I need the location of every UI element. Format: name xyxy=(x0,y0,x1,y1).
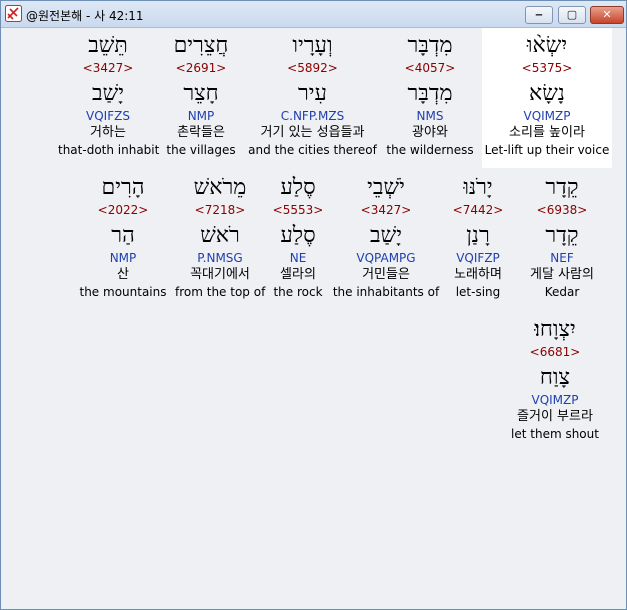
hebrew-lemma: סֶלַע xyxy=(280,223,316,248)
close-icon: ✕ xyxy=(602,8,612,21)
morphology-code: NEF xyxy=(550,251,574,265)
hebrew-lemma: צָוַח xyxy=(539,365,571,390)
morphology-code: VQIFZS xyxy=(86,109,130,123)
strong-number[interactable]: <3427> xyxy=(332,202,440,218)
minimize-icon: ‒ xyxy=(535,8,543,21)
hebrew-lemma: נָשָׂא xyxy=(529,81,565,106)
word-card[interactable]: יֹשְׁבֵי <3427> יָשַׁב VQPAMPG 거민들은 the … xyxy=(332,174,440,300)
word-card[interactable]: יִשְׂא֨וּ <5375> נָשָׂא VQIMZP 소리를 높이라 L… xyxy=(482,32,612,158)
hebrew-lemma: רֹאשׁ xyxy=(200,223,240,248)
english-gloss: that-doth inhabit xyxy=(58,143,160,157)
korean-gloss: 노래하며 xyxy=(454,267,502,282)
hebrew-inflected: מִדְבָּר xyxy=(407,33,453,58)
english-gloss: and the cities thereof xyxy=(248,143,377,157)
morphology-code: VQIMZP xyxy=(531,393,579,407)
korean-gloss: 게달 사람의 xyxy=(530,267,594,282)
hebrew-inflected: תֵּשֵׁב xyxy=(88,33,128,58)
strong-number[interactable]: <6681> xyxy=(500,344,610,360)
morphology-code: VQIMZP xyxy=(523,109,571,123)
word-card[interactable]: קֵדָר <6938> קֵדָר NEF 게달 사람의 Kedar xyxy=(517,174,607,300)
interlinear-panel: יִשְׂא֨וּ <5375> נָשָׂא VQIMZP 소리를 높이라 L… xyxy=(5,28,622,605)
english-gloss: from the top of xyxy=(175,285,266,299)
strong-number[interactable]: <7442> xyxy=(442,202,514,218)
hebrew-lemma: יָשַׁב xyxy=(92,81,124,106)
morphology-code: C.NFP.MZS xyxy=(280,109,345,123)
minimize-button[interactable]: ‒ xyxy=(525,6,553,24)
hebrew-lemma: יָשַׁב xyxy=(370,223,402,248)
word-card[interactable]: יִצְוָחוּ׃ <6681> צָוַח VQIMZP 즐거이 부르라 l… xyxy=(500,316,610,442)
korean-gloss: 셀라의 xyxy=(280,267,316,282)
word-card[interactable]: סֶלַע <5553> סֶלַע NE 셀라의 the rock xyxy=(268,174,328,300)
korean-gloss: 소리를 높이라 xyxy=(509,125,585,140)
korean-gloss: 거기 있는 성읍들과 xyxy=(260,125,365,140)
word-card[interactable]: מִדְבָּר <4057> מִדְבָּר NMS 광야와 the wil… xyxy=(380,32,480,158)
strong-number[interactable]: <5892> xyxy=(245,60,380,76)
korean-gloss: 광야와 xyxy=(412,125,448,140)
hebrew-lemma: רָנַן xyxy=(466,223,490,248)
strong-number[interactable]: <2691> xyxy=(160,60,242,76)
app-window: @원전본해 - 사 42:11 ‒ ▢ ✕ יִשְׂא֨וּ <5375> נ… xyxy=(0,0,627,610)
english-gloss: the mountains xyxy=(79,285,167,299)
hebrew-inflected: יִצְוָחוּ׃ xyxy=(534,317,576,342)
strong-number[interactable]: <5553> xyxy=(268,202,328,218)
korean-gloss: 거하는 xyxy=(90,125,126,140)
hebrew-lemma: קֵדָר xyxy=(545,223,579,248)
korean-gloss: 꼭대기에서 xyxy=(190,267,250,282)
strong-number[interactable]: <3427> xyxy=(58,60,158,76)
hebrew-inflected: יִשְׂא֨וּ xyxy=(526,33,568,58)
morphology-code: NMP xyxy=(109,251,137,265)
word-card[interactable]: חֲצֵרִים <2691> חָצֵר NMP 촌락들은 the villa… xyxy=(160,32,242,158)
hebrew-inflected: הָרִים xyxy=(101,175,145,200)
maximize-icon: ▢ xyxy=(566,8,578,21)
english-gloss: the inhabitants of xyxy=(332,285,440,299)
hebrew-lemma: הַר xyxy=(111,223,135,248)
title-bar[interactable]: @원전본해 - 사 42:11 ‒ ▢ ✕ xyxy=(1,1,626,28)
word-card[interactable]: הָרִים <2022> הַר NMP 산 the mountains xyxy=(77,174,169,300)
korean-gloss: 촌락들은 xyxy=(177,125,225,140)
english-gloss: let them shout xyxy=(511,427,599,441)
hebrew-inflected: קֵדָר xyxy=(545,175,579,200)
hebrew-inflected: חֲצֵרִים xyxy=(173,33,229,58)
morphology-code: VQIFZP xyxy=(456,251,500,265)
english-gloss: let-sing xyxy=(455,285,501,299)
maximize-button[interactable]: ▢ xyxy=(558,6,586,24)
hebrew-inflected: וְעָרָיו xyxy=(292,33,333,58)
word-card[interactable]: יָרֹנּוּ <7442> רָנַן VQIFZP 노래하며 let-si… xyxy=(442,174,514,300)
strong-number[interactable]: <2022> xyxy=(77,202,169,218)
morphology-code: VQPAMPG xyxy=(356,251,416,265)
morphology-code: P.NMSG xyxy=(197,251,243,265)
strong-number[interactable]: <7218> xyxy=(175,202,265,218)
close-button[interactable]: ✕ xyxy=(590,6,624,24)
word-card[interactable]: מֵרֹאשׁ <7218> רֹאשׁ P.NMSG 꼭대기에서 from t… xyxy=(175,174,265,300)
english-gloss: the villages xyxy=(166,143,236,157)
hebrew-lemma: מִדְבָּר xyxy=(407,81,453,106)
strong-number[interactable]: <4057> xyxy=(380,60,480,76)
hebrew-inflected: יָרֹנּוּ xyxy=(463,175,493,200)
strong-number[interactable]: <6938> xyxy=(517,202,607,218)
hebrew-inflected: יֹשְׁבֵי xyxy=(367,175,405,200)
english-gloss: the rock xyxy=(273,285,323,299)
app-logo-icon xyxy=(5,5,22,22)
hebrew-inflected: סֶלַע xyxy=(280,175,316,200)
english-gloss: Kedar xyxy=(544,285,580,299)
strong-number[interactable]: <5375> xyxy=(482,60,612,76)
hebrew-lemma: חָצֵר xyxy=(183,81,219,106)
morphology-code: NMP xyxy=(187,109,215,123)
word-card[interactable]: וְעָרָיו <5892> עִיר C.NFP.MZS 거기 있는 성읍들… xyxy=(245,32,380,158)
korean-gloss: 즐거이 부르라 xyxy=(517,409,593,424)
morphology-code: NE xyxy=(289,251,307,265)
english-gloss: Let-lift up their voice xyxy=(484,143,610,157)
hebrew-inflected: מֵרֹאשׁ xyxy=(193,175,247,200)
hebrew-lemma: עִיר xyxy=(297,81,328,106)
korean-gloss: 산 xyxy=(117,267,129,282)
word-card[interactable]: תֵּשֵׁב <3427> יָשַׁב VQIFZS 거하는 that-do… xyxy=(58,32,160,158)
english-gloss: the wilderness xyxy=(386,143,474,157)
korean-gloss: 거민들은 xyxy=(362,267,410,282)
morphology-code: NMS xyxy=(416,109,444,123)
window-title: @원전본해 - 사 42:11 xyxy=(26,9,144,23)
